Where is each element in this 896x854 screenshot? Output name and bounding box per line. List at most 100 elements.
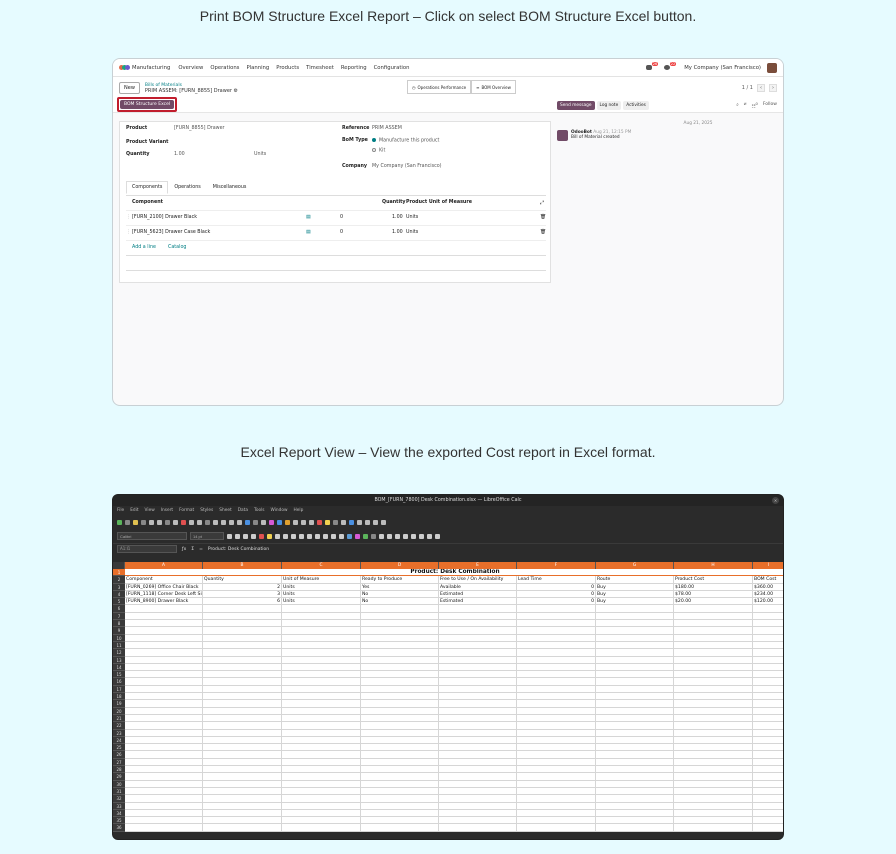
empty-cell[interactable] [203, 634, 282, 642]
empty-cell[interactable] [596, 678, 674, 686]
empty-cell[interactable] [674, 744, 753, 752]
row-number[interactable]: 13 [113, 656, 125, 664]
empty-cell[interactable] [203, 620, 282, 628]
empty-cell[interactable] [753, 824, 783, 831]
empty-cell[interactable] [282, 663, 361, 672]
formula-input[interactable]: Product: Desk Combination [208, 547, 269, 552]
empty-cell[interactable] [517, 641, 596, 650]
toolbar-icon[interactable] [251, 533, 256, 539]
empty-cell[interactable] [596, 773, 674, 781]
empty-cell[interactable] [439, 817, 517, 825]
empty-cell[interactable] [596, 824, 674, 832]
empty-cell[interactable] [125, 685, 203, 694]
empty-cell[interactable] [674, 780, 753, 788]
empty-cell[interactable] [361, 649, 439, 657]
empty-cell[interactable] [753, 766, 783, 773]
empty-cell[interactable] [282, 649, 361, 657]
toolbar-icon[interactable] [157, 519, 162, 525]
toolbar-icon[interactable] [149, 519, 154, 525]
empty-cell[interactable] [439, 795, 517, 803]
empty-cell[interactable] [282, 758, 361, 767]
empty-cell[interactable] [517, 685, 596, 694]
row-number[interactable]: 36 [113, 824, 125, 832]
empty-cell[interactable] [596, 685, 674, 694]
toolbar-icon[interactable] [379, 533, 384, 539]
row-number[interactable]: 14 [113, 663, 125, 672]
calc-menu-tools[interactable]: Tools [254, 506, 265, 515]
empty-cell[interactable] [753, 795, 783, 802]
toolbar-icon[interactable] [299, 533, 304, 539]
empty-cell[interactable] [125, 649, 203, 657]
empty-cell[interactable] [517, 663, 596, 672]
log-note-button[interactable]: Log note [596, 101, 622, 110]
toolbar-icon[interactable] [165, 519, 170, 525]
empty-cell[interactable] [674, 620, 753, 628]
toolbar-icon[interactable] [309, 519, 314, 525]
empty-cell[interactable] [753, 620, 783, 627]
empty-cell[interactable] [517, 729, 596, 737]
data-cell[interactable]: $180.00 [674, 583, 753, 591]
data-cell[interactable]: Yes [361, 583, 439, 591]
header-cell[interactable]: Free to Use / On Availability [439, 576, 517, 584]
toolbar-icon[interactable] [315, 533, 320, 539]
table-row[interactable]: ⋮ [FURN_2100] Drawer Black ▤ 0 1.00 Unit… [126, 211, 546, 226]
empty-cell[interactable] [125, 714, 203, 723]
data-cell[interactable]: 0 [517, 583, 596, 591]
empty-cell[interactable] [439, 620, 517, 628]
empty-cell[interactable] [674, 707, 753, 715]
calc-menu-styles[interactable]: Styles [200, 506, 213, 515]
empty-cell[interactable] [517, 802, 596, 810]
empty-cell[interactable] [674, 758, 753, 767]
empty-cell[interactable] [753, 708, 783, 715]
product-field[interactable]: [FURN_8855] Drawer [174, 126, 225, 131]
empty-cell[interactable] [674, 817, 753, 825]
row-number[interactable]: 32 [113, 795, 125, 803]
toolbar-icon[interactable] [333, 519, 338, 525]
empty-cell[interactable] [203, 605, 282, 613]
empty-cell[interactable] [203, 736, 282, 745]
empty-cell[interactable] [517, 634, 596, 642]
followers-icon[interactable]: ☷0 [751, 102, 757, 110]
column-header-c[interactable]: C [282, 562, 361, 569]
empty-cell[interactable] [517, 766, 596, 774]
toolbar-icon[interactable] [419, 533, 424, 539]
row-number[interactable]: 15 [113, 671, 125, 679]
empty-cell[interactable] [439, 809, 517, 818]
menu-item-overview[interactable]: Overview [178, 65, 203, 71]
toolbar-icon[interactable] [365, 519, 370, 525]
empty-cell[interactable] [125, 817, 203, 825]
empty-cell[interactable] [517, 787, 596, 796]
empty-cell[interactable] [674, 649, 753, 657]
empty-cell[interactable] [282, 685, 361, 694]
empty-cell[interactable] [439, 641, 517, 650]
row-qty[interactable]: 1.00 [392, 230, 403, 235]
empty-cell[interactable] [674, 802, 753, 810]
empty-cell[interactable] [439, 744, 517, 752]
empty-cell[interactable] [125, 780, 203, 788]
empty-cell[interactable] [753, 788, 783, 795]
row-number[interactable]: 26 [113, 751, 125, 759]
empty-cell[interactable] [125, 787, 203, 796]
delete-icon[interactable]: 🗑 [540, 230, 546, 235]
empty-cell[interactable] [439, 751, 517, 759]
row-number[interactable]: 4 [113, 590, 125, 599]
empty-cell[interactable] [517, 693, 596, 701]
toolbar-icon[interactable] [403, 533, 408, 539]
toolbar-icon[interactable] [323, 533, 328, 539]
empty-cell[interactable] [439, 627, 517, 635]
empty-cell[interactable] [674, 605, 753, 613]
data-cell[interactable]: Estimated [439, 598, 517, 606]
toolbar-icon[interactable] [363, 533, 368, 539]
row-number[interactable]: 10 [113, 634, 125, 642]
empty-cell[interactable] [282, 780, 361, 788]
data-cell[interactable]: [FURN_1118] Corner Desk Left Sit [125, 590, 203, 599]
empty-cell[interactable] [596, 612, 674, 621]
data-cell[interactable]: 0 [517, 590, 596, 599]
menu-item-planning[interactable]: Planning [246, 65, 269, 71]
empty-cell[interactable] [361, 641, 439, 650]
toolbar-icon[interactable] [275, 533, 280, 539]
empty-cell[interactable] [125, 678, 203, 686]
toolbar-icon[interactable] [357, 519, 362, 525]
empty-cell[interactable] [203, 817, 282, 825]
empty-cell[interactable] [596, 641, 674, 650]
